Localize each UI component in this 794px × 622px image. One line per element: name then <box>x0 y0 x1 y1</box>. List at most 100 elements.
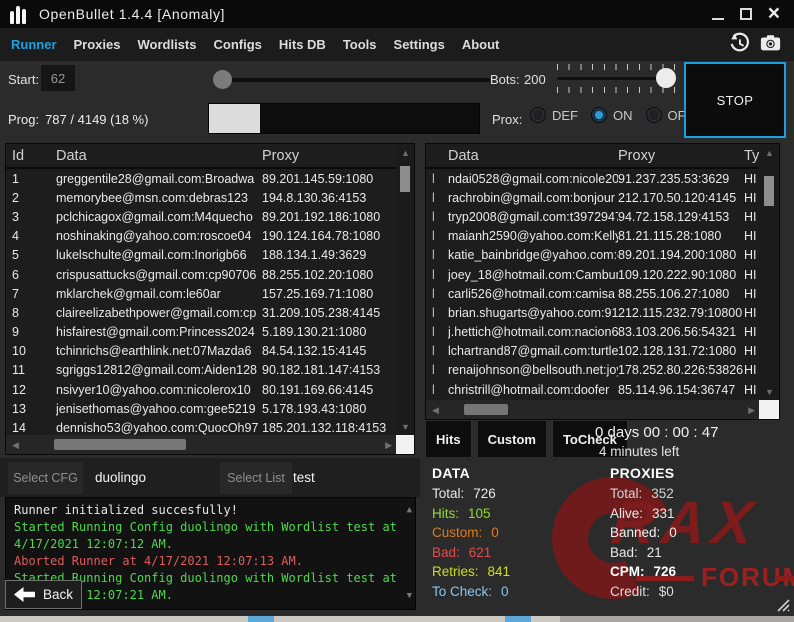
column-header-proxy[interactable]: Proxy <box>262 148 398 164</box>
bots-slider-thumb[interactable] <box>656 68 676 88</box>
scrollbar-corner <box>396 435 414 454</box>
menu-item[interactable]: Runner <box>11 37 57 52</box>
scroll-down-icon[interactable]: ▼ <box>407 588 412 605</box>
start-slider-thumb[interactable] <box>213 70 232 89</box>
stat-row: Custom:0 <box>432 525 510 545</box>
menu-item[interactable]: Proxies <box>74 37 121 52</box>
elapsed-time: 0 days 00 : 00 : 47 <box>595 424 718 441</box>
scroll-down-icon[interactable]: ▼ <box>765 388 774 397</box>
horizontal-scrollbar[interactable]: ◀ ▶ <box>426 400 761 419</box>
resize-grip[interactable] <box>774 596 790 612</box>
title-bar: OpenBullet 1.4.4 [Anomaly] × <box>0 0 794 28</box>
results-tab-button[interactable]: Custom <box>477 420 547 458</box>
scrollbar-thumb[interactable] <box>54 439 186 450</box>
vertical-scrollbar[interactable]: ▲ ▼ <box>759 144 779 402</box>
history-button[interactable] <box>728 32 750 59</box>
table-row[interactable]: 8 claireelizabethpower@gmail.com:cp 31.2… <box>6 303 398 322</box>
column-header-data[interactable]: Data <box>56 148 262 164</box>
table-row[interactable]: l brian.shugarts@yahoo.com:911 212.115.2… <box>426 303 761 322</box>
arrow-left-icon <box>14 587 35 602</box>
proxy-stats-panel: PROXIES Total:352 Alive:331 Banned:0 Bad… <box>610 465 677 603</box>
column-header-data[interactable]: Data <box>448 148 618 164</box>
select-config-button[interactable]: Select CFG <box>8 462 83 494</box>
bots-slider-ticks <box>557 64 675 70</box>
menu-item[interactable]: Configs <box>213 37 261 52</box>
table-row[interactable]: l tryp2008@gmail.com:t3972947 94.72.158.… <box>426 207 761 226</box>
column-header-proxy[interactable]: Proxy <box>618 148 744 164</box>
table-row[interactable]: 12 nsivyer10@yahoo.com:nicolerox10 80.19… <box>6 380 398 399</box>
table-row[interactable]: 2 memorybee@msn.com:debras123 194.8.130.… <box>6 188 398 207</box>
proxy-mode-radios: DEF ON OFF <box>530 107 707 123</box>
screenshot-button[interactable] <box>759 32 782 59</box>
table-row[interactable]: l carli526@hotmail.com:camisa 88.255.106… <box>426 284 761 303</box>
table-row[interactable]: l renaijohnson@bellsouth.net:joy 178.252… <box>426 361 761 380</box>
table-row[interactable]: 4 noshinaking@yahoo.com:roscoe04 190.124… <box>6 227 398 246</box>
table-row[interactable]: 3 pclchicagox@gmail.com:M4quecho 89.201.… <box>6 207 398 226</box>
scrollbar-thumb[interactable] <box>400 166 410 192</box>
table-row[interactable]: 10 tchinrichs@earthlink.net:07Mazda6 84.… <box>6 342 398 361</box>
scroll-up-icon[interactable]: ▲ <box>401 149 410 158</box>
column-header-id[interactable]: Id <box>12 148 56 164</box>
menu-bar: Runner Proxies Wordlists Configs Hits DB Tool… <box>0 28 794 61</box>
progress-value: 787 / 4149 (18 %) <box>45 112 148 127</box>
radio-on[interactable] <box>591 107 607 123</box>
table-row[interactable]: 7 mklarchek@gmail.com:le60ar 157.25.169.… <box>6 284 398 303</box>
table-row[interactable]: 11 sgriggs12812@gmail.com:Aiden128 90.18… <box>6 361 398 380</box>
stop-button[interactable]: STOP <box>684 62 786 138</box>
scroll-up-icon[interactable]: ▲ <box>407 502 412 519</box>
scroll-down-icon[interactable]: ▼ <box>401 423 410 432</box>
results-tab-button[interactable]: Hits <box>425 420 472 458</box>
menu-item[interactable]: Tools <box>343 37 377 52</box>
data-stats-title: DATA <box>432 465 510 481</box>
table-row[interactable]: l christrill@hotmail.com:doofer 85.114.9… <box>426 380 761 399</box>
log-line: Started Running Config duolingo with Wor… <box>14 519 401 553</box>
menu-item[interactable]: Hits DB <box>279 37 326 52</box>
table-row[interactable]: l lchartrand87@gmail.com:turtle 102.128.… <box>426 342 761 361</box>
scrollbar-thumb[interactable] <box>464 404 508 415</box>
scroll-right-icon[interactable]: ▶ <box>748 406 755 415</box>
scroll-left-icon[interactable]: ◀ <box>432 406 439 415</box>
table-row[interactable]: l joey_18@hotmail.com:Cambun 109.120.222… <box>426 265 761 284</box>
table-row[interactable]: 1 greggentile28@gmail.com:Broadwa 89.201… <box>6 169 398 188</box>
maximize-button[interactable] <box>740 8 752 20</box>
radio-off[interactable] <box>646 107 662 123</box>
table-row[interactable]: 6 crispusattucks@gmail.com:cp90706 88.25… <box>6 265 398 284</box>
scroll-right-icon[interactable]: ▶ <box>385 441 392 450</box>
progress-label: Prog: <box>8 112 39 127</box>
table-row[interactable]: 5 lukelschulte@gmail.com:Inorigb66 188.1… <box>6 246 398 265</box>
menu-item[interactable]: About <box>462 37 500 52</box>
table-row[interactable]: l ndai0528@gmail.com:nicole20 91.237.235… <box>426 169 761 188</box>
bots-slider-ticks <box>557 87 675 93</box>
minimize-button[interactable] <box>712 9 724 20</box>
start-slider-track[interactable] <box>216 78 490 82</box>
table-row[interactable]: 9 hisfairest@gmail.com:Princess2024 5.18… <box>6 323 398 342</box>
stat-row: Credit:$0 <box>610 584 677 604</box>
table-row[interactable]: l katie_bainbridge@yahoo.com:c 89.201.19… <box>426 246 761 265</box>
scroll-left-icon[interactable]: ◀ <box>12 441 19 450</box>
stat-row: Banned:0 <box>610 525 677 545</box>
table-row[interactable]: l j.hettich@hotmail.com:nacion6 83.103.2… <box>426 323 761 342</box>
menu-item[interactable]: Wordlists <box>137 37 196 52</box>
scrollbar-thumb[interactable] <box>764 176 774 206</box>
close-icon: × <box>768 4 780 24</box>
table-row[interactable]: l rachrobin@gmail.com:bonjour 212.170.50… <box>426 188 761 207</box>
back-button[interactable]: Back <box>5 580 82 609</box>
vertical-scrollbar[interactable]: ▲ ▼ <box>396 144 414 437</box>
horizontal-scrollbar[interactable]: ◀ ▶ <box>6 435 398 454</box>
scroll-up-icon[interactable]: ▲ <box>765 149 774 158</box>
menu-item[interactable]: Settings <box>394 37 445 52</box>
close-button[interactable]: × <box>768 4 780 24</box>
radio-on-label: ON <box>613 108 633 123</box>
desktop-edge <box>0 616 794 622</box>
radio-def[interactable] <box>530 107 546 123</box>
window-title: OpenBullet 1.4.4 [Anomaly] <box>39 6 225 22</box>
log-line: Runner initialized succesfully! <box>14 502 401 519</box>
start-input[interactable] <box>40 64 76 92</box>
progress-fill <box>209 104 260 133</box>
stat-row: Bad:21 <box>610 545 677 565</box>
history-icon <box>728 32 750 54</box>
table-row[interactable]: 13 jenisethomas@yahoo.com:gee5219 5.178.… <box>6 399 398 418</box>
select-list-button[interactable]: Select List <box>220 462 292 494</box>
table-row[interactable]: l maianh2590@yahoo.com:Kelly 81.21.115.2… <box>426 227 761 246</box>
openbullet-logo-icon <box>10 5 26 24</box>
